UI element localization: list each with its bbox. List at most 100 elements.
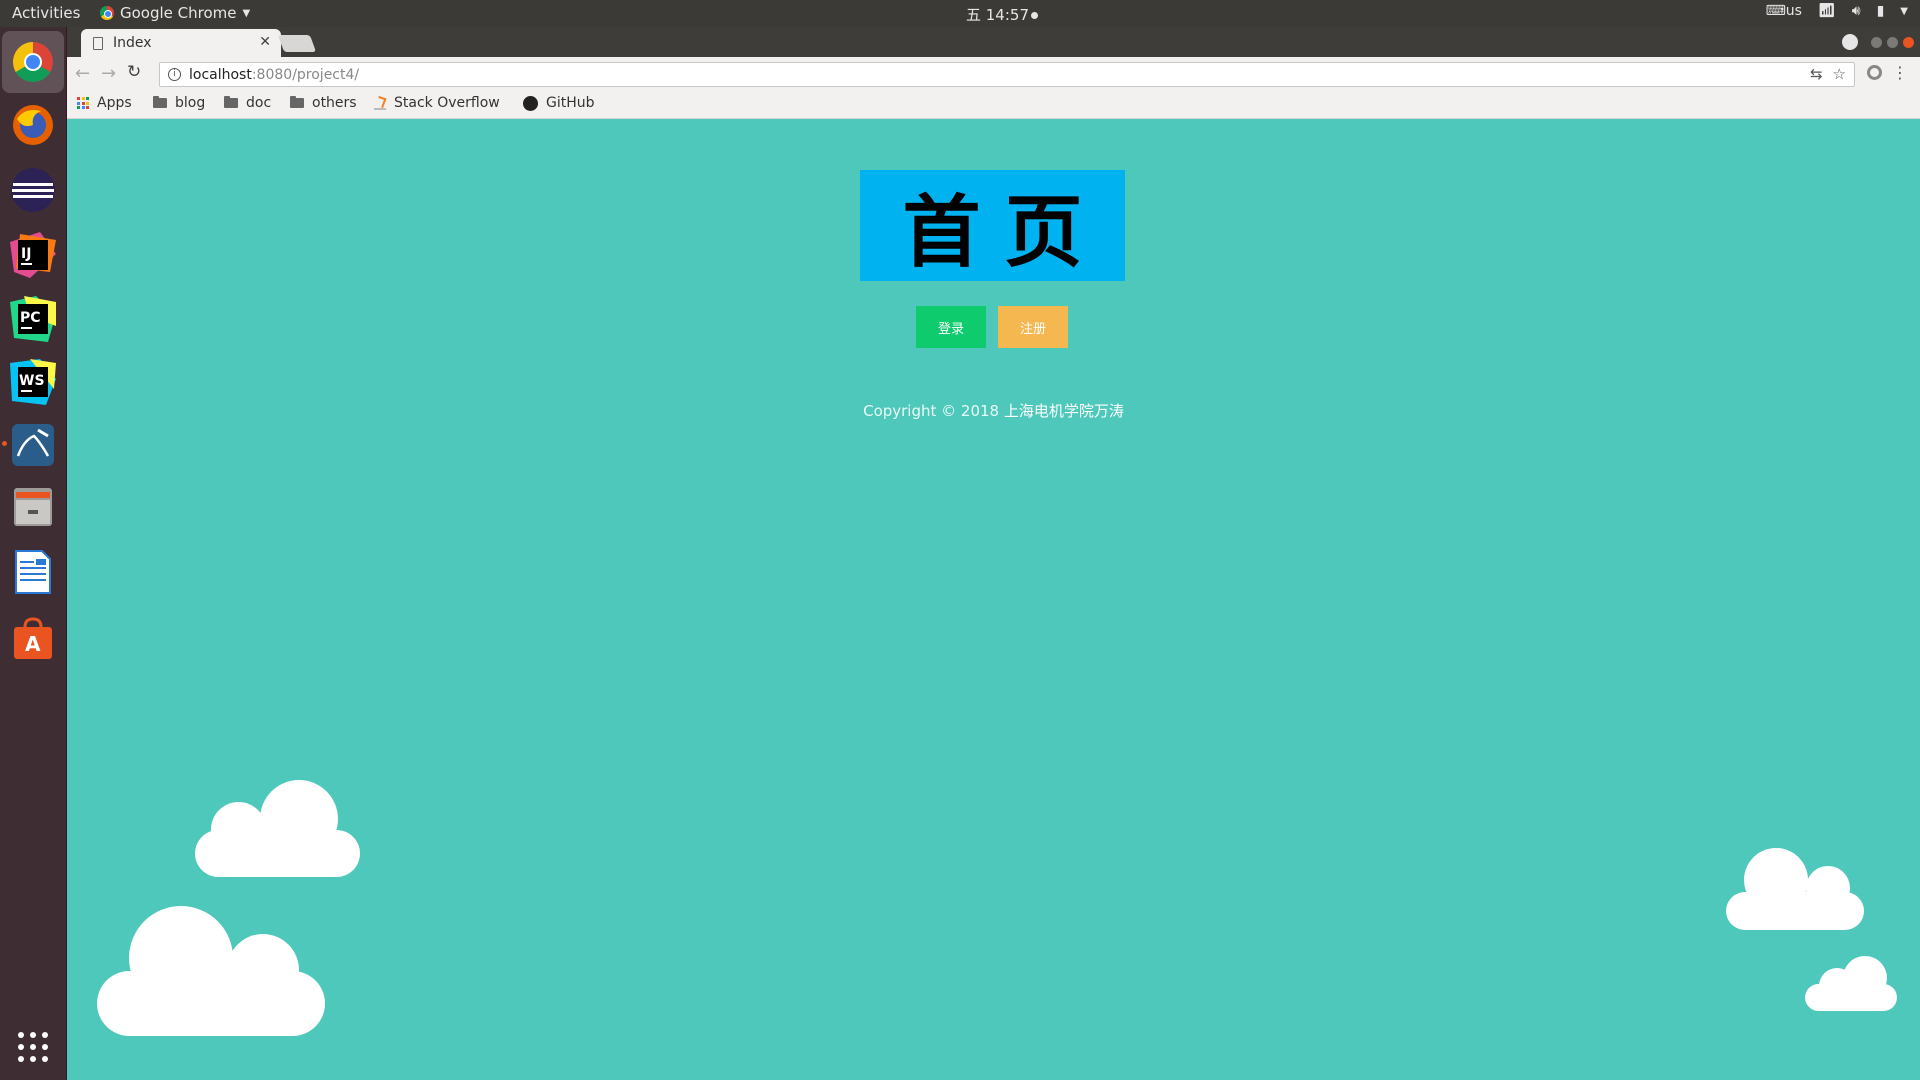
svg-text:IJ: IJ bbox=[21, 246, 31, 262]
eclipse-icon bbox=[11, 168, 55, 212]
dock-eclipse[interactable] bbox=[8, 165, 58, 215]
hero-banner: 首页 bbox=[860, 170, 1125, 281]
browser-toolbar: ← → ↻ i localhost:8080/project4/ ⇆ ☆ ⋮ bbox=[67, 57, 1920, 90]
dock-files[interactable] bbox=[8, 482, 58, 532]
dock-pycharm[interactable]: PC bbox=[8, 294, 58, 344]
chrome-icon bbox=[13, 42, 53, 82]
files-icon bbox=[14, 488, 52, 526]
bookmark-label: doc bbox=[246, 95, 272, 111]
apps-grid-icon bbox=[77, 97, 89, 109]
app-menu[interactable]: Google Chrome ▼ bbox=[100, 4, 250, 22]
dock-software-center[interactable]: A bbox=[8, 613, 58, 663]
dock-webstorm[interactable]: WS bbox=[8, 357, 58, 407]
clock[interactable]: 五 14:57 bbox=[966, 4, 1038, 25]
dock: IJ PC WS A bbox=[0, 27, 67, 1080]
firefox-icon bbox=[13, 105, 53, 145]
bookmark-label: Stack Overflow bbox=[394, 95, 500, 111]
bookmark-github[interactable]: GitHub bbox=[523, 95, 595, 111]
dock-intellij[interactable]: IJ bbox=[8, 230, 58, 280]
bookmarks-bar: Apps blog doc others Stack Overflow GitH… bbox=[67, 90, 1920, 119]
url-host: localhost bbox=[189, 66, 252, 83]
window-controls bbox=[1842, 34, 1914, 50]
svg-text:WS: WS bbox=[19, 373, 45, 389]
hero-title: 首页 bbox=[902, 187, 1107, 278]
chrome-menu-icon[interactable]: ⋮ bbox=[1892, 63, 1908, 82]
register-button[interactable]: 注册 bbox=[998, 306, 1068, 348]
forward-icon[interactable]: → bbox=[101, 63, 116, 84]
battery-icon[interactable]: ▮ bbox=[1877, 3, 1885, 19]
intellij-icon: IJ bbox=[10, 232, 56, 278]
clock-label: 五 14:57 bbox=[966, 6, 1029, 24]
login-button[interactable]: 登录 bbox=[916, 306, 986, 348]
bookmark-label: blog bbox=[175, 95, 206, 111]
mysql-workbench-icon bbox=[12, 424, 54, 466]
copyright-owner: 上海电机学院万涛 bbox=[1003, 402, 1124, 420]
chevron-down-icon: ▼ bbox=[242, 7, 251, 19]
keyboard-layout-label: us bbox=[1785, 3, 1802, 19]
notification-dot-icon bbox=[1031, 12, 1038, 19]
dock-chrome[interactable] bbox=[2, 31, 64, 93]
github-icon bbox=[523, 95, 538, 111]
app-menu-label: Google Chrome bbox=[120, 4, 237, 22]
minimize-icon[interactable] bbox=[1871, 36, 1882, 48]
cloud-decoration bbox=[97, 906, 325, 1038]
page-viewport: 首页 登录 注册 Copyright © 2018 上海电机学院万涛 bbox=[67, 120, 1920, 1080]
folder-icon bbox=[224, 96, 238, 108]
url-path: :8080/project4/ bbox=[251, 66, 360, 83]
close-window-icon[interactable] bbox=[1903, 36, 1914, 48]
wifi-icon[interactable]: 📶︎ bbox=[1818, 3, 1836, 19]
omnibox-actions: ⇆ ☆ bbox=[1810, 65, 1846, 83]
bookmark-others[interactable]: others bbox=[290, 95, 357, 111]
address-bar[interactable]: i localhost:8080/project4/ ⇆ ☆ bbox=[159, 62, 1855, 87]
bookmark-apps[interactable]: Apps bbox=[77, 95, 132, 111]
bookmark-blog[interactable]: blog bbox=[153, 95, 205, 111]
pycharm-icon: PC bbox=[10, 296, 56, 342]
back-icon[interactable]: ← bbox=[75, 63, 90, 84]
dock-writer[interactable] bbox=[8, 547, 58, 597]
svg-text:A: A bbox=[25, 632, 41, 656]
webstorm-icon: WS bbox=[10, 359, 56, 405]
svg-text:PC: PC bbox=[20, 310, 41, 326]
info-icon[interactable]: i bbox=[168, 68, 181, 81]
bookmark-doc[interactable]: doc bbox=[224, 95, 271, 111]
reload-icon[interactable]: ↻ bbox=[127, 62, 141, 82]
tab-index[interactable]: Index ✕ bbox=[81, 29, 281, 57]
tab-title: Index bbox=[113, 35, 152, 51]
writer-icon bbox=[15, 550, 51, 594]
volume-icon[interactable]: 🔊︎ bbox=[1852, 3, 1861, 19]
folder-icon bbox=[290, 96, 304, 108]
system-top-panel: Activities Google Chrome ▼ 五 14:57 ⌨us 📶… bbox=[0, 0, 1920, 27]
maximize-icon[interactable] bbox=[1887, 36, 1898, 48]
software-center-icon: A bbox=[14, 617, 52, 659]
bookmark-stack-overflow[interactable]: Stack Overflow bbox=[374, 95, 500, 111]
new-tab-button[interactable] bbox=[277, 35, 317, 52]
system-menu-chevron-icon[interactable]: ▼ bbox=[1900, 6, 1908, 17]
cloud-decoration bbox=[195, 780, 360, 880]
keyboard-icon: ⌨ bbox=[1765, 3, 1786, 19]
stack-overflow-icon bbox=[374, 97, 386, 110]
bookmark-label: others bbox=[312, 95, 357, 111]
dock-mysql-workbench[interactable] bbox=[8, 420, 58, 470]
show-apps-icon bbox=[18, 1032, 48, 1062]
keyboard-layout[interactable]: ⌨us bbox=[1766, 3, 1802, 19]
cloud-decoration bbox=[1805, 956, 1897, 1012]
profile-icon[interactable] bbox=[1842, 34, 1858, 50]
copyright-footer: Copyright © 2018 上海电机学院万涛 bbox=[67, 400, 1920, 421]
page-icon bbox=[93, 36, 103, 50]
chrome-icon bbox=[100, 6, 114, 20]
copyright-text: Copyright © 2018 bbox=[863, 402, 1004, 420]
folder-icon bbox=[153, 96, 167, 108]
tab-strip: Index ✕ bbox=[67, 27, 1920, 57]
running-indicator-icon bbox=[2, 441, 7, 446]
bookmark-star-icon[interactable]: ☆ bbox=[1833, 65, 1846, 83]
system-tray: ⌨us 📶︎ 🔊︎ ▮ ▼ bbox=[1766, 3, 1908, 19]
translate-icon[interactable]: ⇆ bbox=[1810, 65, 1823, 83]
activities-button[interactable]: Activities bbox=[12, 4, 80, 22]
extension-icon[interactable] bbox=[1867, 65, 1882, 80]
bookmark-label: GitHub bbox=[546, 95, 595, 111]
close-tab-icon[interactable]: ✕ bbox=[259, 34, 271, 50]
dock-firefox[interactable] bbox=[8, 100, 58, 150]
bookmark-label: Apps bbox=[97, 95, 132, 111]
cloud-decoration bbox=[1726, 848, 1864, 930]
show-apps-button[interactable] bbox=[8, 1022, 58, 1072]
